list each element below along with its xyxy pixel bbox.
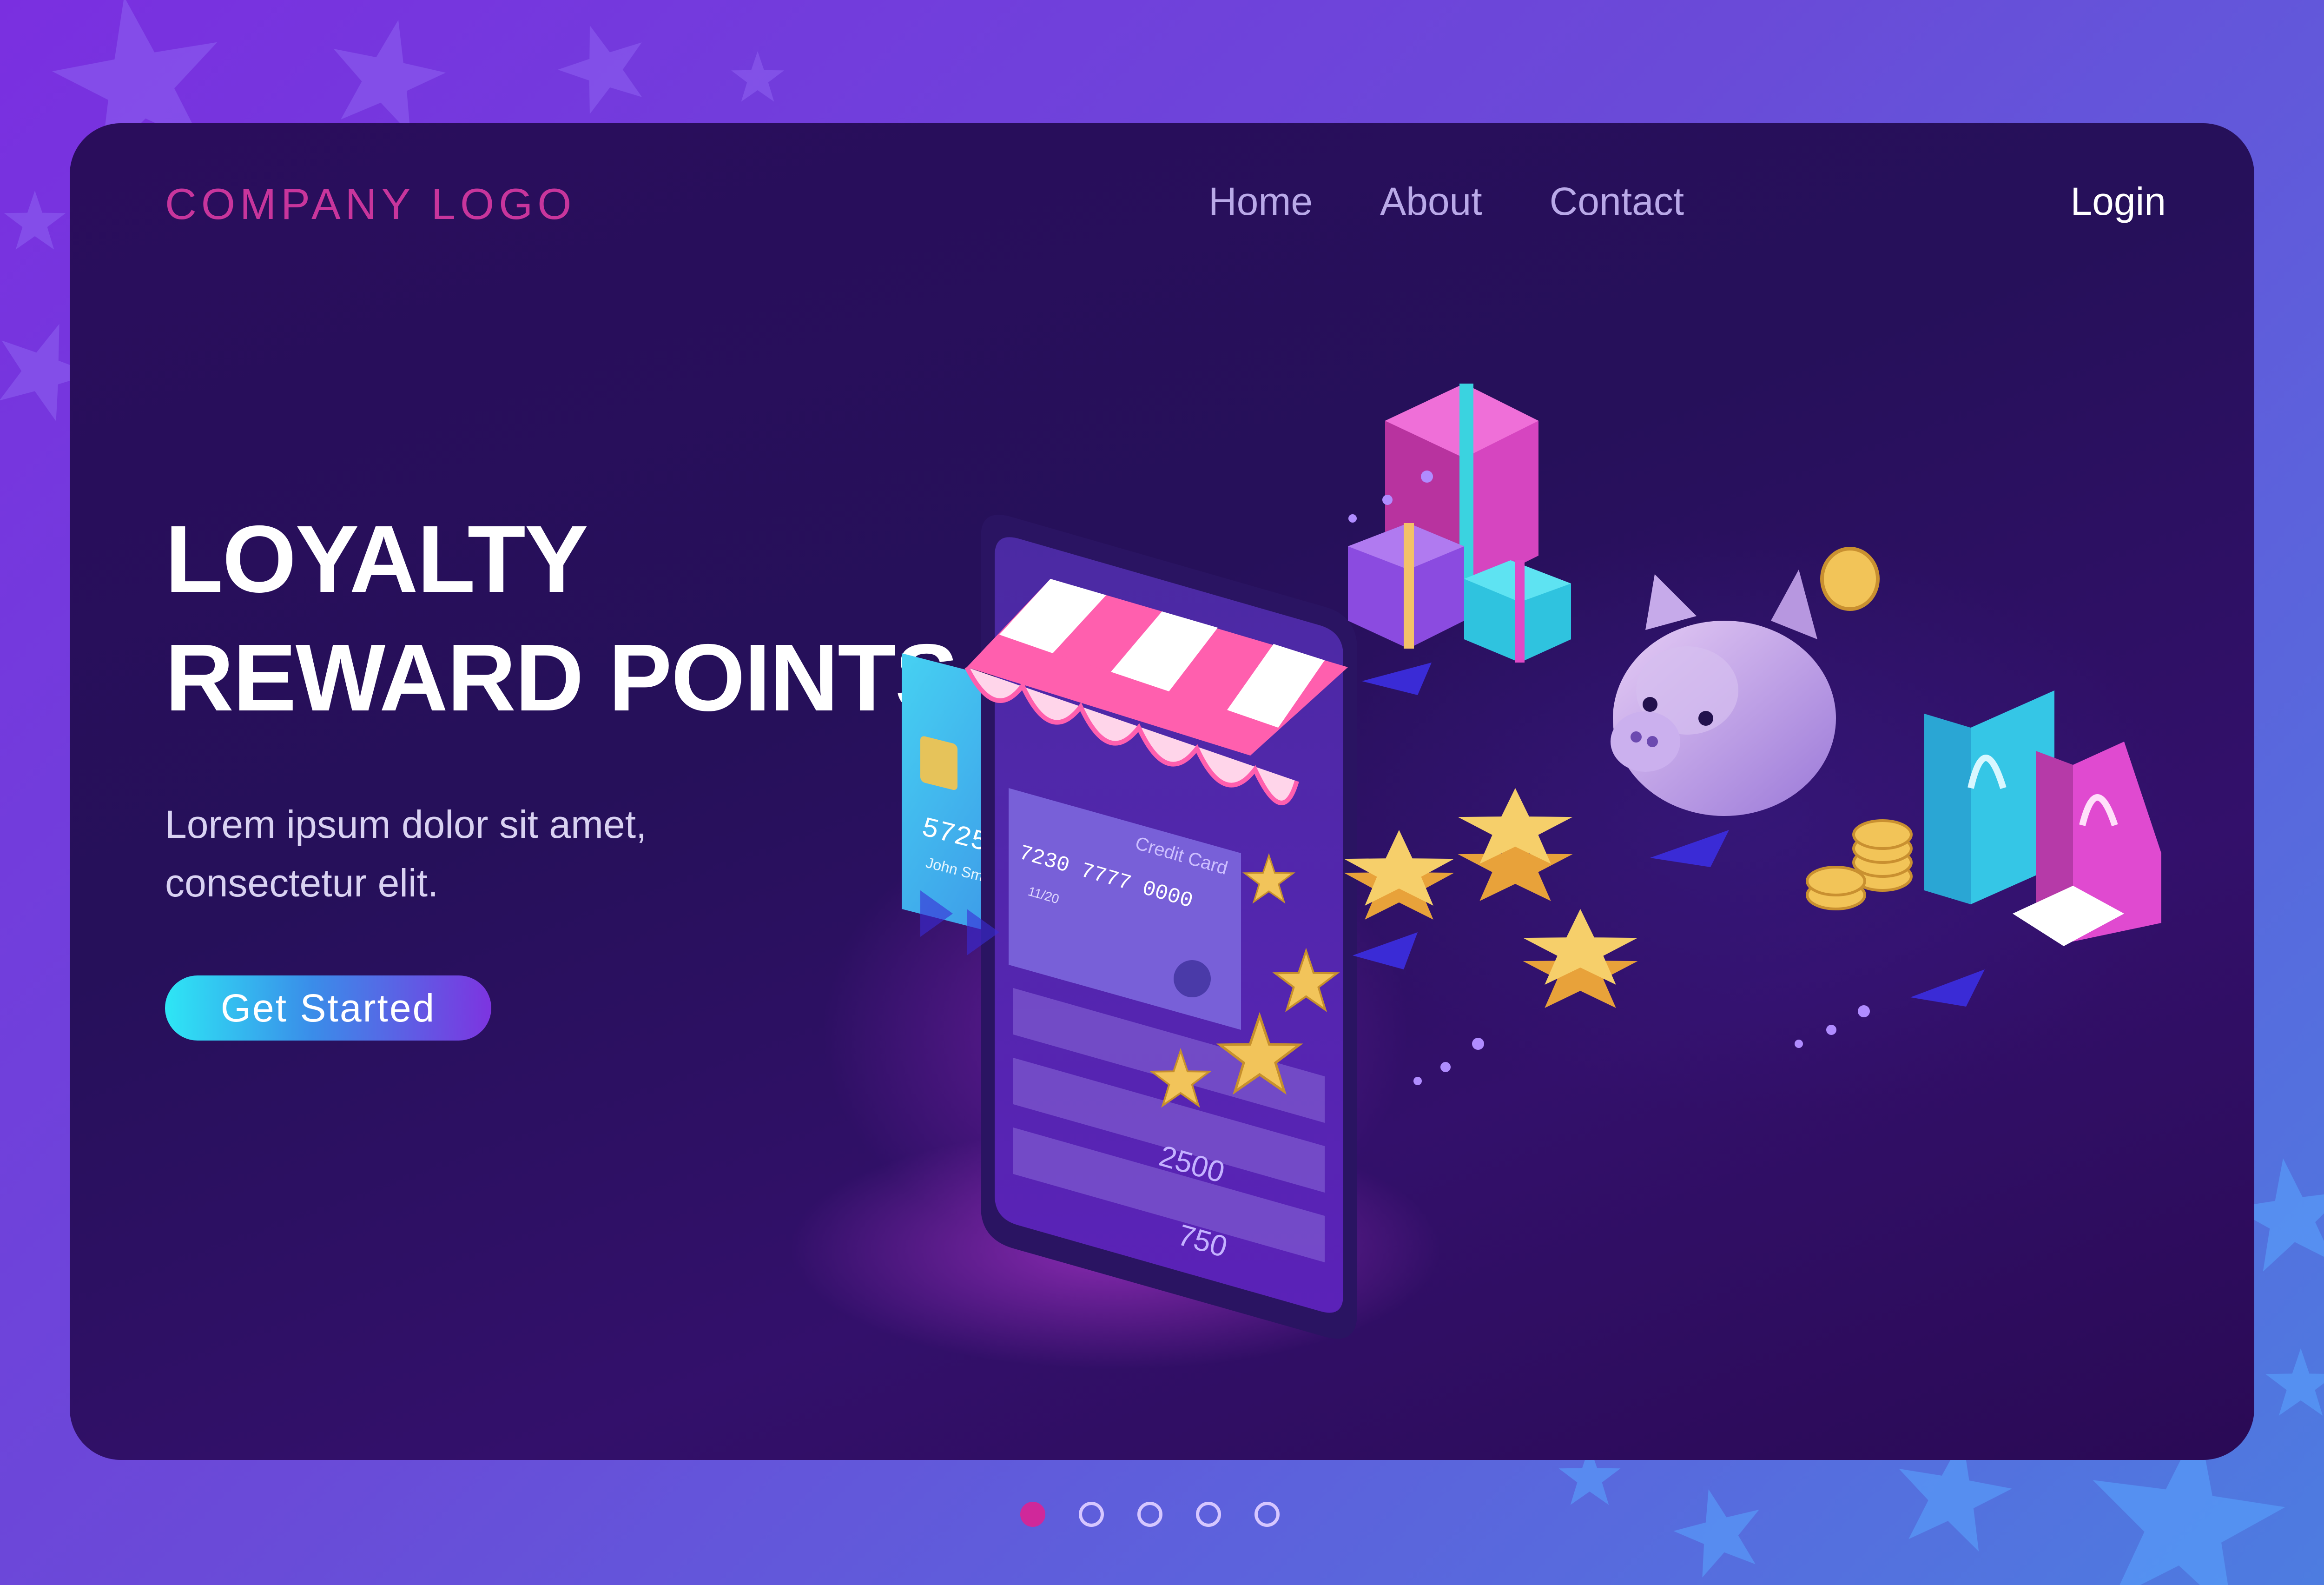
star-icon — [319, 8, 455, 139]
arrow-icon — [1353, 932, 1418, 969]
coins-stack-icon — [1806, 819, 1913, 910]
arrow-icon — [1650, 830, 1729, 867]
pagination-dots — [1020, 1502, 1280, 1527]
pagination-dot[interactable] — [1020, 1502, 1045, 1527]
loyalty-illustration: 5725 723 John Smith 2500 750 Credit Card… — [790, 384, 2161, 1369]
shopping-bags-icon — [1924, 690, 2161, 946]
pagination-dot[interactable] — [1079, 1502, 1104, 1527]
pagination-dot[interactable] — [1137, 1502, 1162, 1527]
pagination-dot[interactable] — [1196, 1502, 1221, 1527]
star-icon — [4, 191, 66, 250]
star-icon — [731, 51, 784, 102]
arrow-icon — [1910, 969, 1985, 1007]
star-icon — [1665, 1478, 1772, 1582]
pagination-dot[interactable] — [1254, 1502, 1280, 1527]
arrow-icon — [1362, 663, 1432, 695]
star-icon — [548, 12, 658, 119]
landing-card: COMPANY LOGO Home About Contact Login LO… — [70, 123, 2254, 1460]
star-icon — [2265, 1348, 2324, 1416]
coin-icon — [1820, 547, 1880, 611]
gold-stars-stack — [1344, 788, 1638, 1008]
gift-boxes-icon — [1348, 384, 1571, 663]
piggy-bank-icon — [1611, 547, 1913, 910]
